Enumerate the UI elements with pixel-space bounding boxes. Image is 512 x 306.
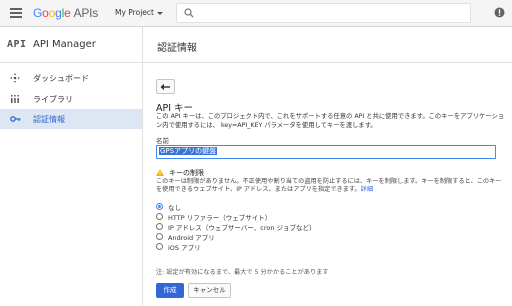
sidebar: ダッシュボード ライブラリ 認証情報 [0, 63, 143, 306]
name-field-value: GPSアプリの鍵盤 [159, 147, 218, 155]
restriction-text: このキーは制限がありません。不正使用や割り当ての盗用を防止するには、キーを制限し… [156, 178, 502, 193]
radio-button[interactable] [156, 223, 163, 230]
cancel-button[interactable]: キャンセル [188, 283, 231, 298]
key-restriction-description: このキーは制限がありません。不正使用や割り当ての盗用を防止するには、キーを制限し… [156, 178, 506, 194]
notification-icon[interactable] [494, 7, 505, 18]
search-box[interactable] [176, 3, 471, 23]
chevron-down-icon [156, 11, 163, 15]
radio-label: IP アドレス（ウェブサーバー、cron ジョブなど） [168, 224, 316, 232]
settings-note: 注: 設定が有効になるまで、最大で 5 分かかることがあります [156, 269, 329, 276]
sidebar-item-credentials[interactable]: 認証情報 [0, 109, 142, 129]
key-restriction-title: キーの制限 [169, 169, 204, 177]
sidebar-item-dashboard[interactable]: ダッシュボード [0, 68, 142, 88]
api-manager-header: API API Manager [0, 27, 143, 63]
radio-button-checked[interactable] [156, 203, 163, 210]
radio-button[interactable] [156, 213, 163, 220]
search-input[interactable] [199, 7, 459, 20]
brand-apis: APIs [73, 6, 99, 20]
radio-label: Android アプリ [168, 234, 215, 242]
back-button[interactable] [156, 79, 175, 94]
library-icon [11, 95, 19, 103]
api-manager-title: API Manager [33, 39, 96, 50]
create-button[interactable]: 作成 [156, 283, 184, 298]
brand-letter: e [64, 6, 71, 20]
radio-label: iOS アプリ [168, 244, 201, 252]
project-selector[interactable]: My Project [115, 8, 163, 17]
arrow-left-icon [160, 83, 170, 91]
name-field[interactable]: GPSアプリの鍵盤 [156, 145, 496, 159]
api-logo: API [7, 39, 27, 50]
learn-more-link[interactable]: 詳細 [361, 186, 373, 193]
page-header: 認証情報 [143, 27, 512, 63]
name-label: 名前 [156, 137, 169, 145]
radio-label: HTTP リファラー（ウェブサイト） [168, 214, 272, 222]
sidebar-item-label: 認証情報 [33, 115, 65, 124]
key-icon [10, 116, 21, 122]
radio-button[interactable] [156, 243, 163, 250]
page-title: 認証情報 [157, 43, 197, 54]
key-restriction-heading: キーの制限 [156, 168, 204, 178]
search-icon [184, 8, 194, 18]
sidebar-item-label: ダッシュボード [33, 74, 89, 83]
sidebar-item-library[interactable]: ライブラリ [0, 89, 142, 109]
project-name: My Project [115, 8, 154, 17]
radio-button[interactable] [156, 233, 163, 240]
brand-letter: G [33, 6, 43, 20]
section-title: API キー [156, 103, 194, 114]
main-content: API キー この API キーは、このプロジェクト内で、これをサポートする任意… [143, 63, 512, 306]
radio-label: なし [168, 204, 181, 212]
menu-icon[interactable] [10, 8, 22, 18]
warning-icon [156, 169, 164, 176]
dashboard-icon [10, 73, 20, 83]
google-apis-logo[interactable]: Google APIs [33, 6, 98, 20]
api-key-description: この API キーは、このプロジェクト内で、これをサポートする任意の API と… [156, 113, 505, 129]
sidebar-item-label: ライブラリ [33, 95, 73, 104]
top-bar: Google APIs My Project [0, 0, 512, 27]
